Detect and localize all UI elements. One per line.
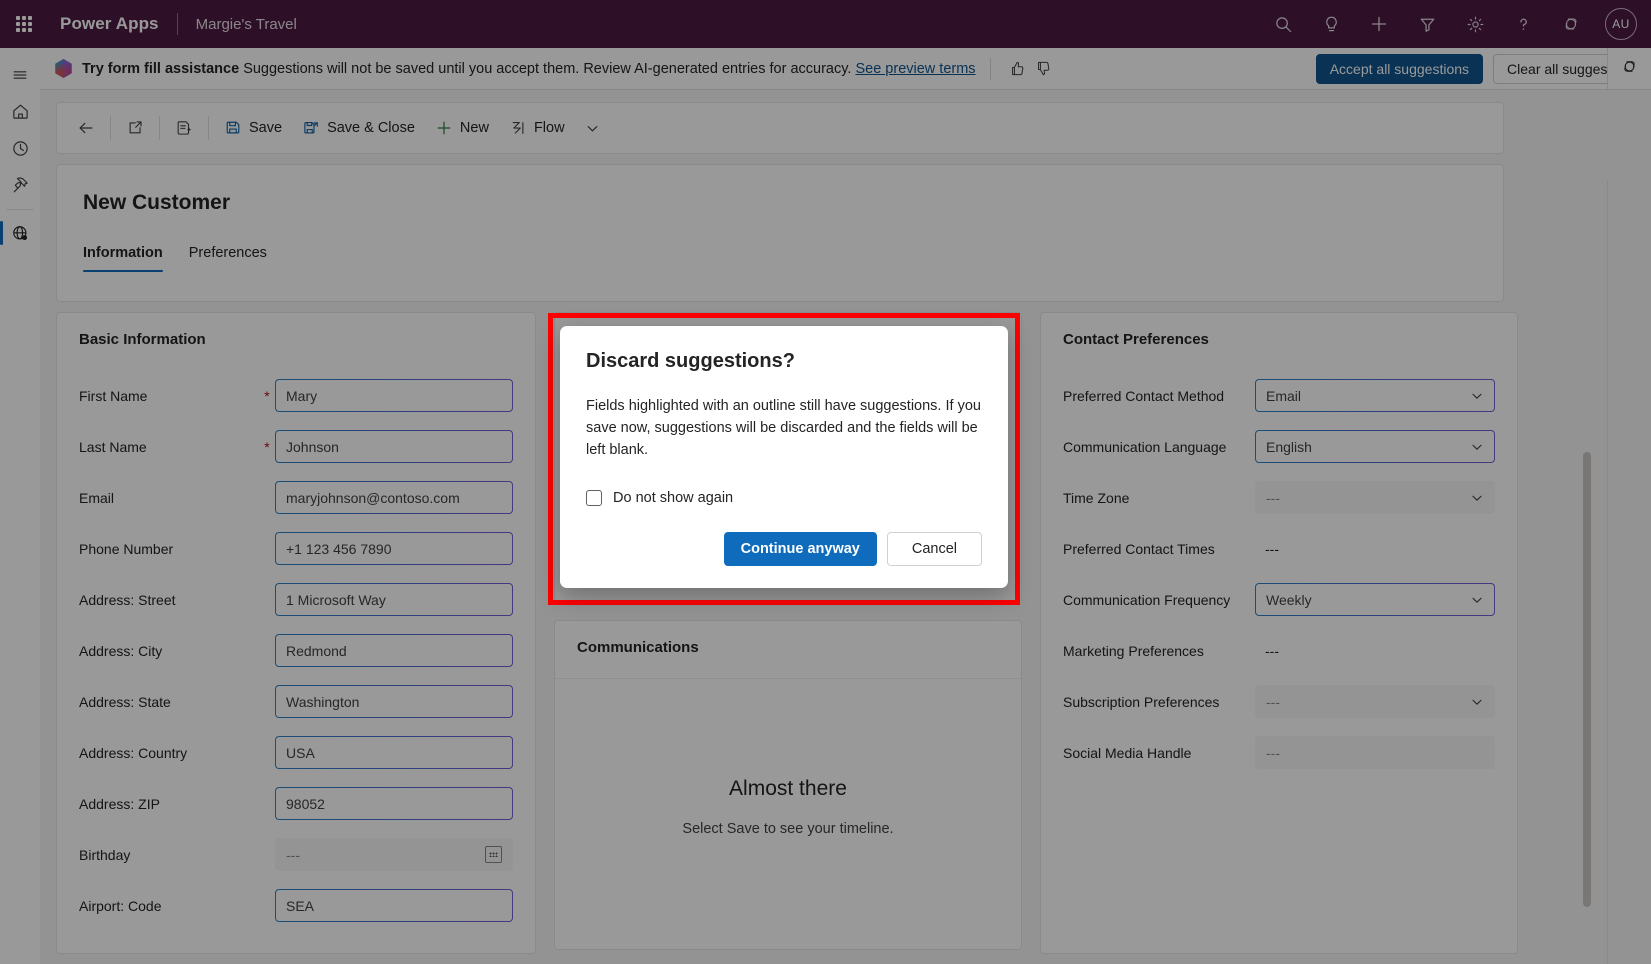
dialog-title: Discard suggestions? <box>586 350 982 373</box>
discard-suggestions-dialog: Discard suggestions? Fields highlighted … <box>560 326 1008 588</box>
app-root: Power Apps Margie's Travel <box>0 0 1651 964</box>
checkbox-icon <box>586 490 602 506</box>
continue-anyway-button[interactable]: Continue anyway <box>724 532 877 566</box>
dialog-body-text: Fields highlighted with an outline still… <box>586 395 982 461</box>
cancel-button[interactable]: Cancel <box>887 532 982 566</box>
dialog-actions: Continue anyway Cancel <box>586 532 982 566</box>
do-not-show-again-checkbox[interactable]: Do not show again <box>586 490 982 506</box>
checkbox-label: Do not show again <box>613 490 733 506</box>
